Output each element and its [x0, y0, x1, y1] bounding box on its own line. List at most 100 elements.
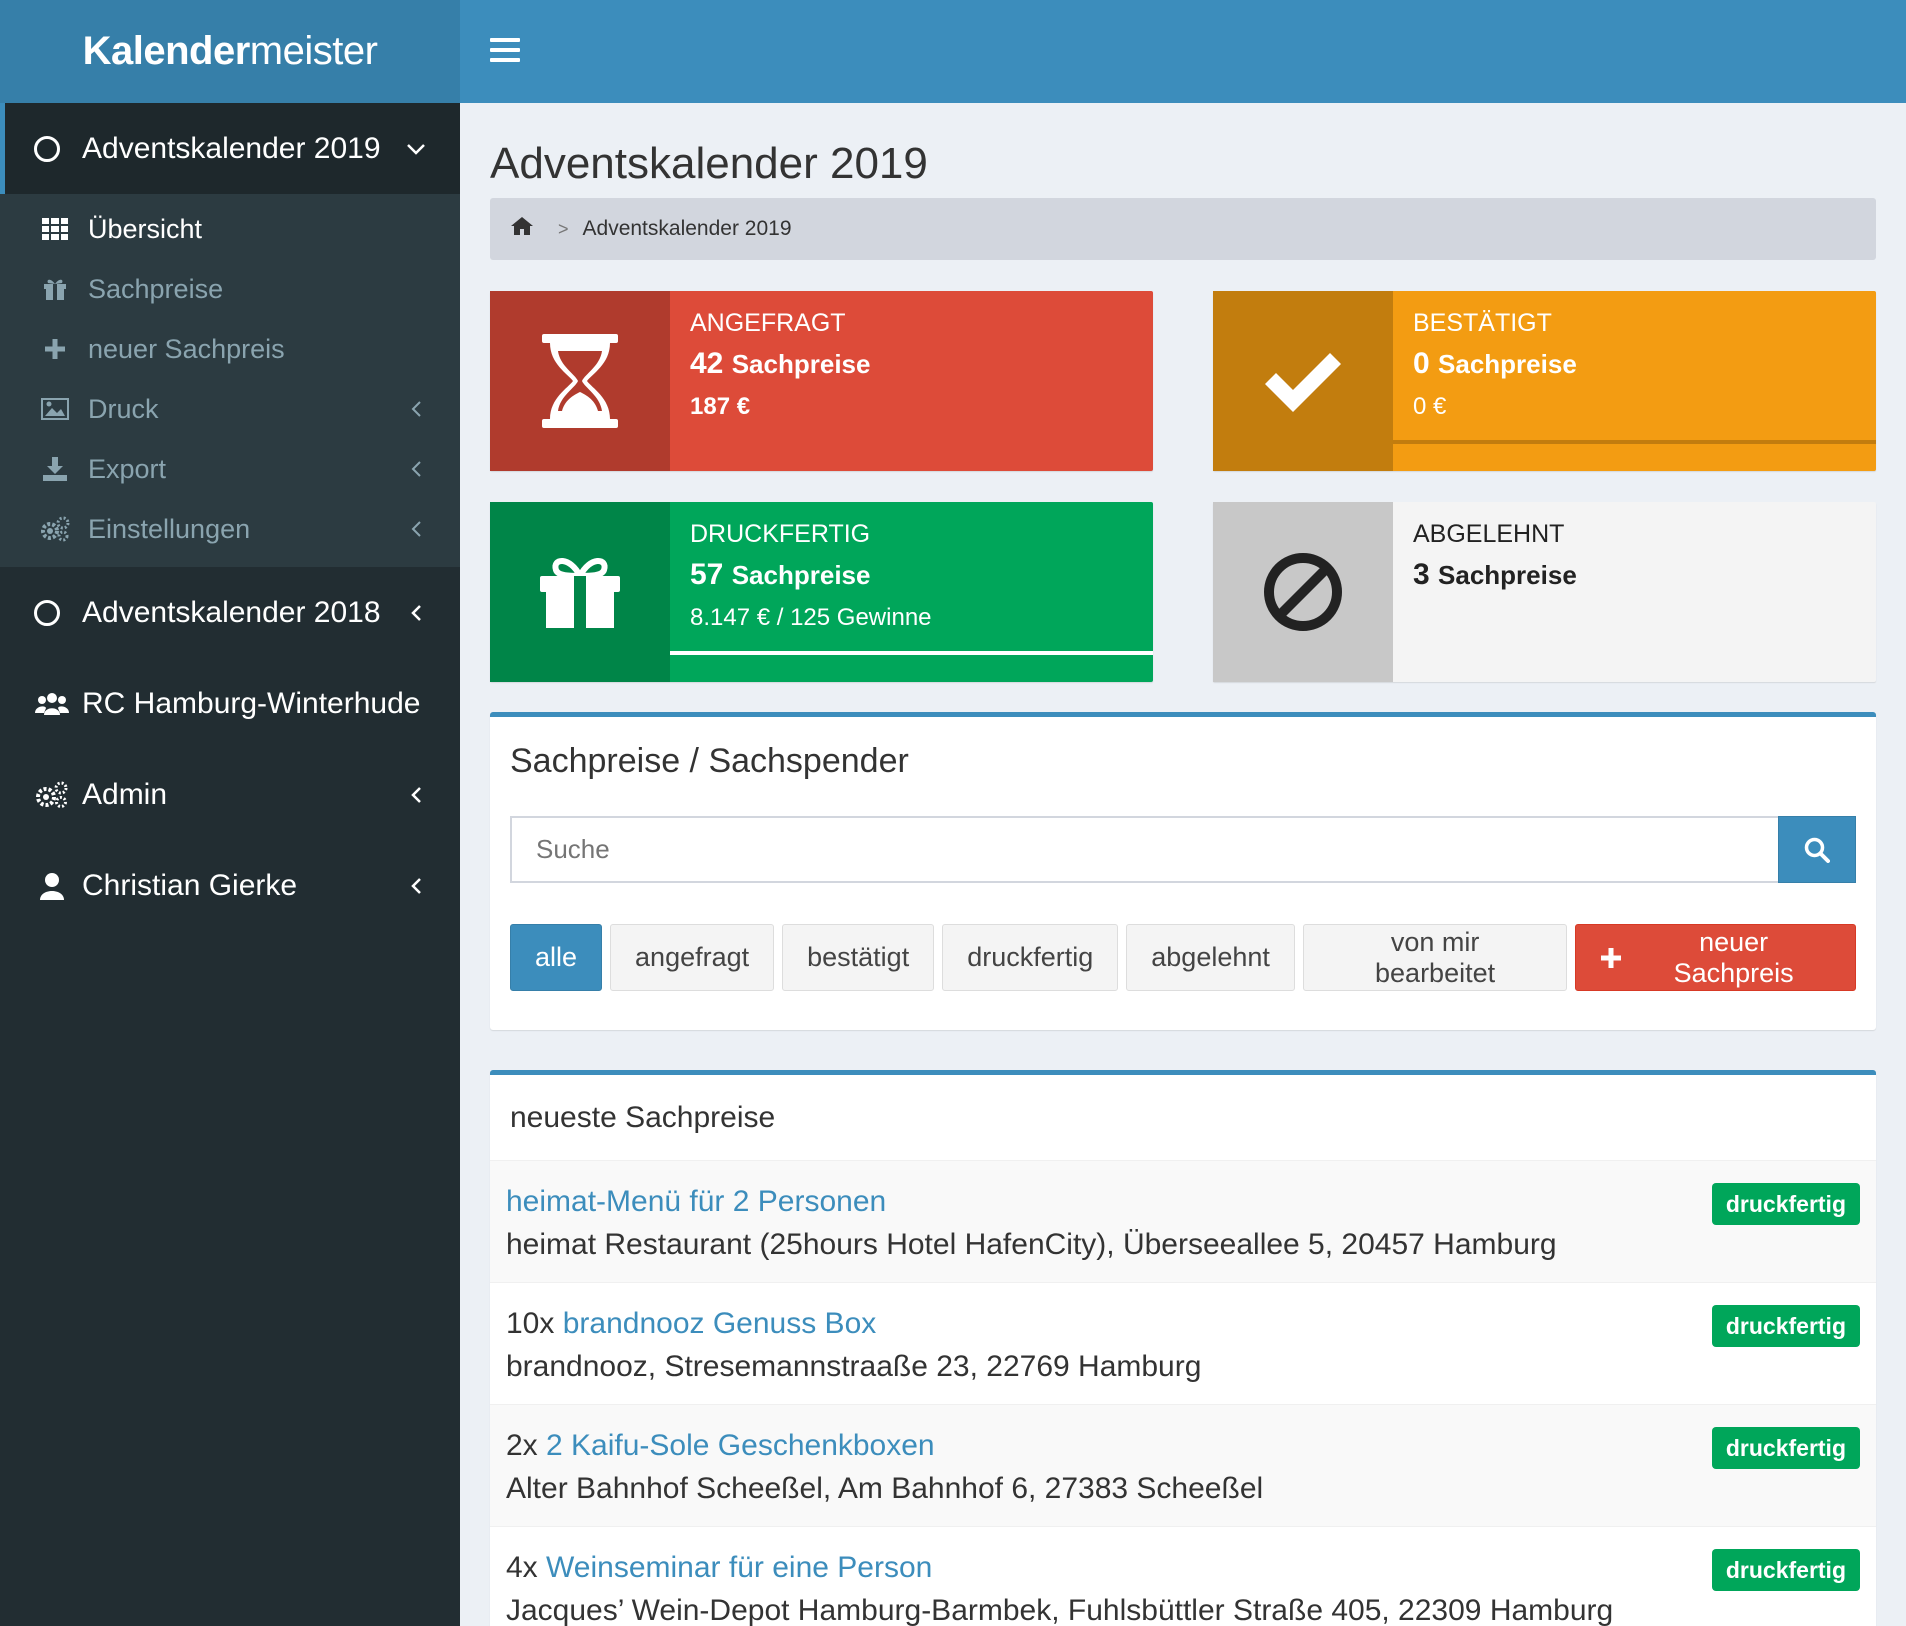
user-icon	[34, 872, 70, 900]
info-box-requested[interactable]: ANGEFRAGT 42 Sachpreise 187 €	[490, 291, 1153, 471]
breadcrumb-separator: >	[558, 218, 569, 239]
sidebar-item-user[interactable]: Christian Gierke	[0, 840, 460, 931]
search-input[interactable]	[510, 816, 1778, 883]
latest-prizes-panel: neueste Sachpreise heimat-Menü für 2 Per…	[490, 1070, 1876, 1626]
search-button[interactable]	[1778, 816, 1856, 883]
sidebar-item-druck[interactable]: Druck	[0, 379, 460, 439]
app-logo[interactable]: Kalender meister	[0, 0, 460, 103]
info-box-sub: 0 €	[1413, 393, 1447, 420]
page-title: Adventskalender 2019	[490, 139, 928, 188]
info-box-title: ANGEFRAGT	[690, 309, 846, 337]
sidebar-item-admin[interactable]: Admin	[0, 749, 460, 840]
stats-grid: ANGEFRAGT 42 Sachpreise 187 € BESTÄTIGT …	[490, 291, 1876, 682]
filter-all-button[interactable]: alle	[510, 924, 603, 991]
chevron-left-icon	[410, 394, 422, 425]
prize-quantity: 10x	[506, 1307, 563, 1340]
status-badge: druckfertig	[1711, 1427, 1860, 1469]
filter-confirmed-button[interactable]: bestätigt	[782, 924, 935, 991]
hamburger-menu-icon[interactable]	[490, 38, 520, 66]
breadcrumb-current: Adventskalender 2019	[582, 217, 792, 240]
plus-icon	[40, 338, 70, 360]
top-navbar	[460, 0, 1906, 103]
sidebar-item-label: Admin	[82, 777, 168, 811]
sidebar-item-label: Einstellungen	[88, 513, 251, 544]
cogs-icon	[40, 516, 70, 542]
users-icon	[34, 691, 70, 717]
panel-title: neueste Sachpreise	[490, 1075, 1876, 1161]
sidebar-item-label: Adventskalender 2018	[82, 595, 381, 629]
info-box-count: 0 Sachpreise	[1413, 347, 1577, 380]
prize-link[interactable]: Weinseminar für eine Person	[546, 1551, 932, 1584]
prize-donor: heimat Restaurant (25hours Hotel HafenCi…	[506, 1228, 1557, 1261]
gift-icon	[40, 278, 70, 300]
prize-link[interactable]: brandnooz Genuss Box	[563, 1307, 877, 1340]
logo-thin: meister	[249, 29, 378, 73]
list-item: 4x Weinseminar für eine Person Jacques’ …	[490, 1527, 1876, 1626]
sidebar-item-neuer-sachpreis[interactable]: neuer Sachpreis	[0, 319, 460, 379]
sidebar-item-label: Sachpreise	[88, 273, 224, 304]
sidebar-item-adventskalender-2019[interactable]: Adventskalender 2019	[0, 103, 460, 194]
list-item: 10x brandnooz Genuss Box brandnooz, Stre…	[490, 1283, 1876, 1405]
prize-donor: brandnooz, Stresemannstraaße 23, 22769 H…	[506, 1350, 1202, 1383]
chevron-left-icon	[410, 514, 422, 545]
plus-icon	[1600, 947, 1622, 969]
info-box-printready[interactable]: DRUCKFERTIG 57 Sachpreise 8.147 € / 125 …	[490, 502, 1153, 682]
sidebar-item-label: Export	[88, 453, 167, 484]
prize-quantity: 4x	[506, 1551, 547, 1584]
sidebar-item-club[interactable]: RC Hamburg-Winterhude	[0, 658, 460, 749]
info-box-confirmed[interactable]: BESTÄTIGT 0 Sachpreise 0 €	[1213, 291, 1876, 471]
search-panel: Sachpreise / Sachspender alle angefragt …	[490, 712, 1876, 1030]
logo-bold: Kalender	[82, 29, 251, 73]
chevron-left-icon	[406, 876, 426, 896]
info-box-title: BESTÄTIGT	[1413, 309, 1552, 337]
filter-edited-by-me-button[interactable]: von mir bearbeitet	[1302, 924, 1568, 991]
prize-link[interactable]: heimat-Menü für 2 Personen	[506, 1185, 886, 1218]
sidebar-item-label: Druck	[88, 393, 159, 424]
prize-donor: Alter Bahnhof Scheeßel, Am Bahnhof 6, 27…	[506, 1472, 1264, 1505]
prize-quantity: 2x	[506, 1429, 547, 1462]
submenu-adventskalender-2019: Übersicht Sachpreise neuer Sachpreis Dru…	[0, 194, 460, 567]
sidebar-item-export[interactable]: Export	[0, 439, 460, 499]
prize-link[interactable]: 2 Kaifu-Sole Geschenkboxen	[546, 1429, 935, 1462]
breadcrumb: > Adventskalender 2019	[490, 198, 1876, 260]
list-item: heimat-Menü für 2 Personen heimat Restau…	[490, 1161, 1876, 1283]
info-box-sub: 8.147 € / 125 Gewinne	[690, 604, 932, 631]
sidebar: Kalender meister Adventskalender 2019 Übe…	[0, 0, 460, 1626]
home-icon[interactable]	[510, 216, 534, 242]
sidebar-item-einstellungen[interactable]: Einstellungen	[0, 499, 460, 559]
sidebar-item-label: Übersicht	[88, 213, 203, 244]
sidebar-item-label: RC Hamburg-Winterhude	[82, 686, 421, 720]
prize-donor: Jacques’ Wein-Depot Hamburg-Barmbek, Fuh…	[506, 1594, 1614, 1626]
info-box-count: 3 Sachpreise	[1413, 558, 1577, 591]
circle-icon	[34, 599, 60, 626]
chevron-left-icon	[406, 785, 426, 805]
filter-requested-button[interactable]: angefragt	[610, 924, 775, 991]
sidebar-item-label: Adventskalender 2019	[82, 131, 381, 165]
info-box-rejected[interactable]: ABGELEHNT 3 Sachpreise	[1213, 502, 1876, 682]
hourglass-icon	[490, 291, 670, 471]
sidebar-item-sachpreise[interactable]: Sachpreise	[0, 259, 460, 319]
new-prize-button-label: neuer Sachpreis	[1673, 926, 1794, 988]
chevron-left-icon	[406, 603, 426, 623]
filter-rejected-button[interactable]: abgelehnt	[1126, 924, 1295, 991]
list-item: 2x 2 Kaifu-Sole Geschenkboxen Alter Bahn…	[490, 1405, 1876, 1527]
sidebar-item-adventskalender-2018[interactable]: Adventskalender 2018	[0, 567, 460, 658]
panel-title: Sachpreise / Sachspender	[510, 742, 909, 780]
main-content: Adventskalender 2019 > Adventskalender 2…	[490, 103, 1876, 1626]
new-prize-button[interactable]: neuer Sachpreis	[1575, 924, 1856, 991]
filter-printready-button[interactable]: druckfertig	[942, 924, 1119, 991]
cogs-icon	[34, 781, 70, 809]
status-badge: druckfertig	[1711, 1305, 1860, 1347]
ban-icon	[1213, 502, 1393, 682]
progress-bar-printready	[670, 651, 1153, 655]
status-badge: druckfertig	[1711, 1549, 1860, 1591]
info-box-count: 42 Sachpreise	[690, 347, 871, 380]
filter-buttons: alle angefragt bestätigt druckfertig abg…	[510, 924, 1856, 991]
sidebar-item-uebersicht[interactable]: Übersicht	[0, 199, 460, 259]
checkmark-icon	[1213, 291, 1393, 471]
search-icon	[1804, 837, 1830, 863]
status-badge: druckfertig	[1711, 1183, 1860, 1225]
download-icon	[40, 457, 70, 481]
chevron-down-icon	[406, 139, 426, 159]
image-icon	[40, 398, 70, 420]
